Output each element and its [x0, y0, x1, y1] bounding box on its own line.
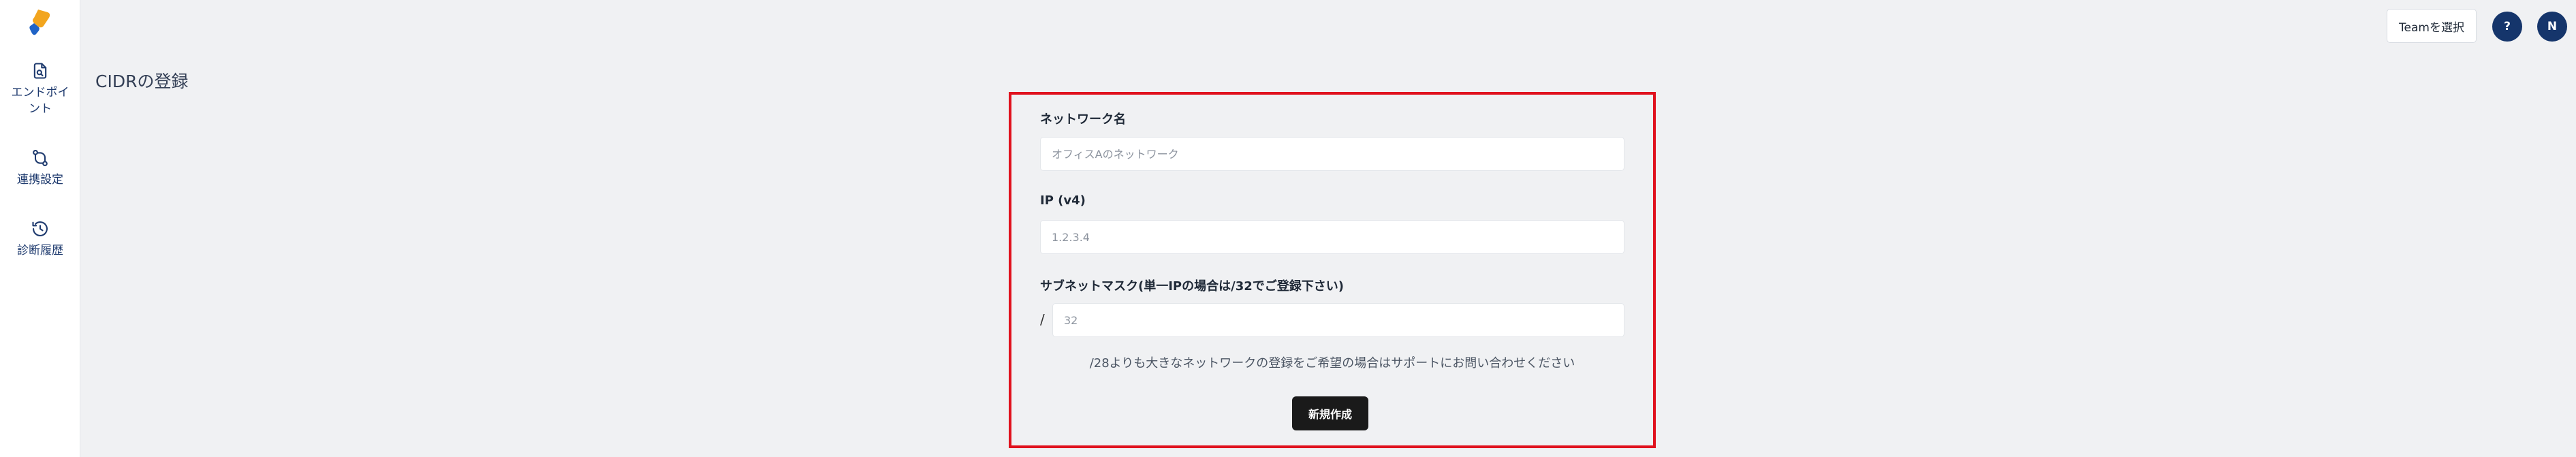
sidebar-item-label: 診断履歴	[17, 244, 63, 257]
sidebar: エンドポイント 連携設定 診断履歴	[0, 0, 80, 457]
create-button[interactable]: 新規作成	[1292, 396, 1368, 430]
network-name-input[interactable]	[1040, 137, 1624, 171]
git-pull-request-icon	[33, 149, 48, 167]
document-search-icon	[33, 63, 47, 79]
sidebar-item-label: 連携設定	[17, 173, 63, 187]
ip-input[interactable]	[1040, 220, 1624, 254]
support-note: /28よりも大きなネットワークの登録をご希望の場合はサポートにお問い合わせくださ…	[1089, 356, 1575, 371]
app-logo[interactable]	[29, 8, 52, 35]
sidebar-item-integration[interactable]: 連携設定	[0, 148, 80, 188]
sidebar-item-history[interactable]: 診断履歴	[0, 219, 80, 259]
cidr-form: ネットワーク名 IP (v4) サブネットマスク(単一IPの場合は/32でご登録…	[1009, 92, 1656, 448]
subnet-prefix-slash: /	[1040, 311, 1045, 328]
sidebar-item-label: エンドポイント	[11, 86, 69, 116]
subnet-mask-input[interactable]	[1052, 303, 1624, 337]
network-name-label: ネットワーク名	[1040, 112, 1126, 127]
subnet-mask-label: サブネットマスク(単一IPの場合は/32でご登録下さい)	[1040, 279, 1344, 294]
help-button[interactable]: ?	[2492, 12, 2522, 42]
team-select-button[interactable]: Teamを選択	[2387, 9, 2477, 43]
user-avatar[interactable]: N	[2537, 12, 2567, 42]
page-title: CIDRの登録	[95, 72, 189, 91]
ip-label: IP (v4)	[1040, 193, 1086, 208]
sidebar-item-endpoint[interactable]: エンドポイント	[0, 61, 80, 117]
history-icon	[32, 221, 48, 236]
